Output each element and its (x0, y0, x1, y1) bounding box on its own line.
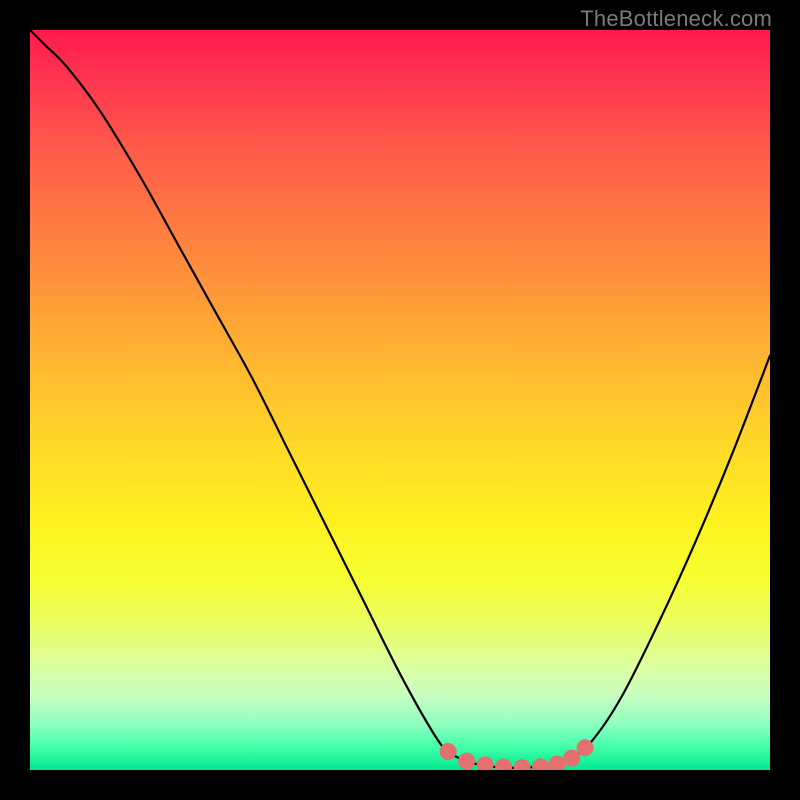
highlight-dot (514, 759, 531, 770)
plot-area (30, 30, 770, 770)
bottleneck-curve (30, 30, 770, 768)
highlight-dot (532, 759, 549, 770)
chart-frame: TheBottleneck.com (0, 0, 800, 800)
highlight-dot (577, 739, 594, 756)
highlight-dots (440, 739, 594, 770)
highlight-dot (563, 750, 580, 767)
curve-svg (30, 30, 770, 770)
watermark-text: TheBottleneck.com (580, 6, 772, 32)
highlight-dot (458, 753, 475, 770)
highlight-dot (548, 756, 565, 770)
highlight-dot (477, 756, 494, 770)
highlight-dot (440, 743, 457, 760)
highlight-dot (495, 759, 512, 770)
